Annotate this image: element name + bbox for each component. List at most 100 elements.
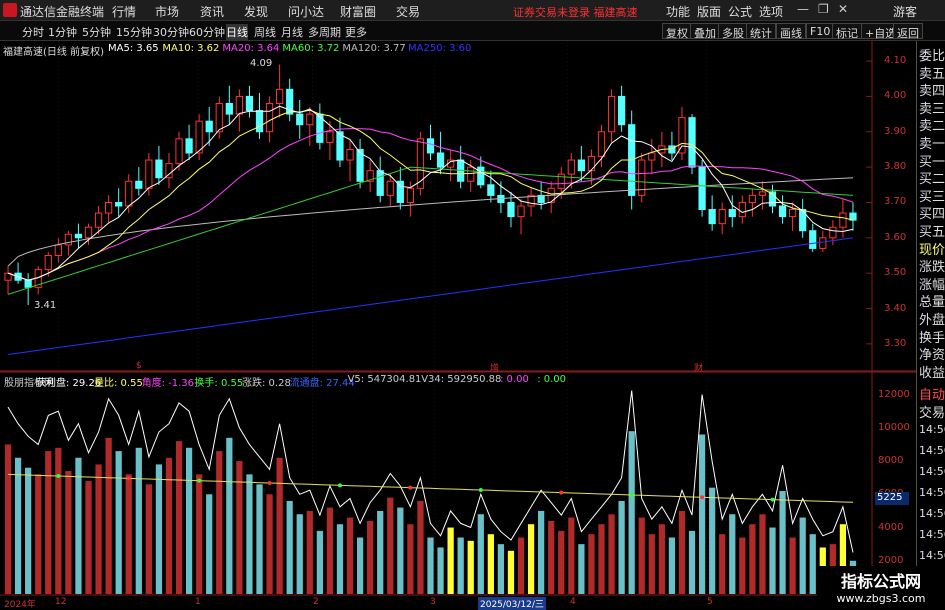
volume-bar bbox=[226, 437, 233, 594]
quote-row-0[interactable]: 委比 bbox=[919, 45, 945, 64]
quote-row-14[interactable]: 总量 bbox=[919, 291, 945, 310]
candle-body bbox=[718, 209, 726, 225]
candle-body bbox=[688, 117, 696, 168]
volume-bar bbox=[336, 524, 344, 594]
event-marker-finance[interactable]: 财 bbox=[694, 361, 703, 374]
quote-row-17[interactable]: 净资 bbox=[919, 344, 945, 363]
quote-row-5[interactable]: 卖一 bbox=[919, 133, 945, 152]
low-price-marker: 3.41 bbox=[34, 300, 57, 311]
candle-body bbox=[94, 212, 103, 228]
date-label-2: 1 bbox=[195, 597, 201, 607]
volume-bar bbox=[246, 474, 253, 594]
quote-row-12[interactable]: 涨跌 bbox=[919, 256, 945, 275]
volume-bar bbox=[658, 524, 665, 594]
candle-body bbox=[698, 166, 706, 211]
volume-ratio-line bbox=[7, 473, 854, 503]
volume-bar bbox=[165, 457, 173, 594]
candle-body bbox=[296, 113, 304, 126]
volume-bar bbox=[467, 540, 474, 594]
quote-row-13[interactable]: 涨幅 bbox=[919, 274, 945, 293]
trade-time-4: 14:56 bbox=[919, 507, 945, 520]
trade-time-0: 14:56 bbox=[919, 423, 945, 436]
candle-body bbox=[54, 244, 62, 256]
candle-body bbox=[265, 102, 274, 133]
candle-body bbox=[115, 201, 123, 207]
volume-bar bbox=[125, 474, 132, 594]
price-axis-label-3: 3.80 bbox=[884, 161, 907, 173]
volume-bar bbox=[437, 547, 444, 594]
candle-body bbox=[597, 131, 606, 158]
price-axis-label-2: 3.90 bbox=[884, 125, 907, 137]
date-label-4: 3 bbox=[430, 597, 436, 607]
quote-row-2[interactable]: 卖四 bbox=[919, 80, 945, 99]
volume-bar bbox=[789, 537, 796, 594]
volume-bar bbox=[749, 524, 756, 594]
quote-row-6[interactable]: 买一 bbox=[919, 151, 945, 170]
candle-body bbox=[577, 159, 586, 172]
volume-bar bbox=[35, 474, 42, 594]
quote-row-8[interactable]: 买三 bbox=[919, 186, 945, 205]
volume-bar bbox=[55, 447, 62, 594]
cross-marker bbox=[267, 481, 272, 486]
volume-bar bbox=[115, 451, 122, 594]
quote-row-15[interactable]: 外盘 bbox=[919, 309, 945, 328]
volume-bar bbox=[457, 537, 464, 594]
date-label-6: 4 bbox=[570, 597, 576, 607]
quote-row-1[interactable]: 卖五 bbox=[919, 63, 945, 82]
price-axis-label-7: 3.40 bbox=[884, 302, 907, 314]
price-axis-label-8: 3.30 bbox=[884, 337, 907, 349]
candle-body bbox=[406, 187, 415, 203]
volume-bar bbox=[196, 474, 203, 594]
candle-body bbox=[567, 159, 575, 175]
volume-bar bbox=[316, 530, 323, 594]
volume-bar bbox=[266, 494, 273, 594]
cross-marker bbox=[337, 483, 342, 488]
volume-bar bbox=[407, 524, 414, 594]
cross-marker bbox=[770, 497, 775, 502]
cross-marker bbox=[197, 478, 202, 483]
volume-bar bbox=[105, 437, 112, 594]
volume-bar bbox=[185, 447, 193, 594]
volume-bar bbox=[497, 544, 505, 594]
candle-body bbox=[245, 95, 254, 112]
quote-row-18[interactable]: 收益 bbox=[919, 362, 945, 381]
candle-body bbox=[306, 113, 314, 126]
event-marker-dividend[interactable]: $ bbox=[136, 361, 142, 371]
quote-row-9[interactable]: 买四 bbox=[919, 203, 945, 222]
quote-row-4[interactable]: 卖二 bbox=[919, 115, 945, 134]
volume-bar bbox=[175, 441, 183, 594]
volume-bar bbox=[296, 514, 303, 594]
trade-time-5: 14:56 bbox=[919, 528, 945, 541]
volume-bars bbox=[4, 431, 857, 594]
quote-row-10[interactable]: 买五 bbox=[919, 221, 945, 240]
volume-bar bbox=[256, 484, 263, 594]
candle-body bbox=[175, 138, 183, 165]
volume-bar bbox=[45, 451, 52, 594]
volume-bar bbox=[25, 467, 32, 594]
quote-row-16[interactable]: 换手 bbox=[919, 327, 945, 346]
volume-bar bbox=[206, 494, 213, 594]
candle-body bbox=[678, 117, 686, 154]
event-marker-increase[interactable]: 增 bbox=[490, 361, 499, 374]
kline-chart[interactable] bbox=[0, 0, 945, 609]
trade-time-6: 14:56 bbox=[919, 549, 945, 562]
moving-average-lines bbox=[7, 105, 854, 355]
quote-row-7[interactable]: 买二 bbox=[919, 168, 945, 187]
high-price-marker: 4.09 bbox=[250, 58, 273, 69]
volume-bar bbox=[276, 457, 283, 594]
quote-row-3[interactable]: 卖三 bbox=[919, 98, 945, 117]
date-label-7: 5 bbox=[707, 597, 713, 607]
volume-bar bbox=[447, 527, 454, 594]
volume-bar bbox=[427, 537, 434, 594]
cross-marker bbox=[629, 492, 634, 497]
cross-marker bbox=[559, 490, 564, 495]
volume-bar bbox=[779, 490, 786, 594]
date-label-1: 12 bbox=[55, 597, 67, 607]
trade-time-2: 14:56 bbox=[919, 465, 945, 478]
quote-row-11[interactable]: 现价 bbox=[919, 239, 945, 258]
candle-body bbox=[346, 148, 354, 161]
volume-bar bbox=[356, 537, 364, 594]
volume-bar bbox=[216, 451, 223, 594]
cross-marker bbox=[700, 495, 705, 500]
candle-body bbox=[205, 120, 213, 133]
